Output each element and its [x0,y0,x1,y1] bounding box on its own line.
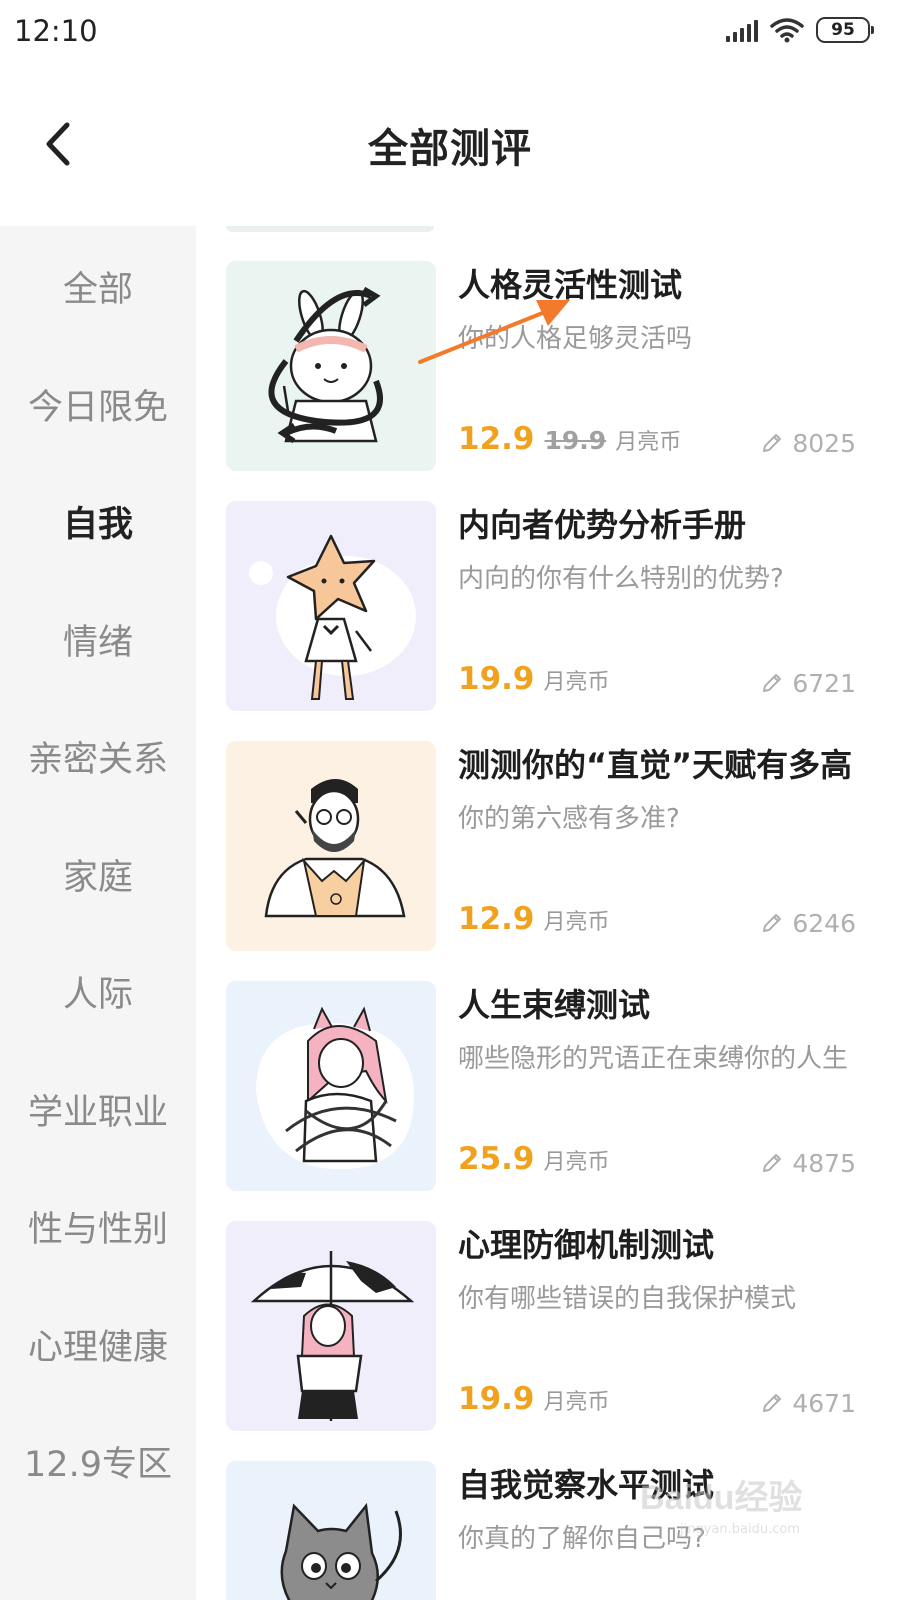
price-unit: 月亮币 [543,1150,610,1175]
price-row: 25.9 月亮币 [458,1141,610,1185]
category-sidebar: 全部 今日限免 自我 情绪 亲密关系 家庭 人际 学业职业 性与性别 心理健康 … [0,226,196,1600]
card-title: 测测你的“直觉”天赋有多高 [458,746,853,784]
price: 12.9 [458,901,535,937]
card-subtitle: 你有哪些错误的自我保护模式 [458,1284,797,1314]
sidebar-item-gender[interactable]: 性与性别 [0,1186,196,1266]
cat-illustration-icon [226,1461,436,1600]
wifi-icon [770,18,804,43]
test-card[interactable]: 内向者优势分析手册 内向的你有什么特别的优势? 19.9 月亮币 6721 [226,501,876,713]
rabbit-illustration-icon [226,261,436,471]
card-subtitle: 内向的你有什么特别的优势? [458,564,784,594]
count-value: 4671 [792,1388,856,1418]
pencil-icon [763,1154,782,1172]
status-bar: 12:10 95 [0,0,900,64]
participant-count: 6246 [760,903,856,943]
status-icons: 95 [726,14,874,46]
price: 19.9 [458,1381,535,1417]
price: 12.9 [458,421,535,457]
sidebar-item-social[interactable]: 人际 [0,951,196,1031]
card-subtitle: 你的人格足够灵活吗 [458,324,693,354]
participant-count: 4671 [760,1383,856,1423]
card-title: 自我觉察水平测试 [458,1466,715,1504]
card-thumbnail [226,741,436,951]
price-unit: 月亮币 [543,910,610,935]
sidebar-item-free-today[interactable]: 今日限免 [0,364,196,444]
battery-icon: 95 [816,17,874,43]
price-unit: 月亮币 [543,1390,610,1415]
participant-count: 8025 [760,423,856,463]
card-thumbnail [226,1221,436,1431]
price-row: 12.9 月亮币 [458,901,610,945]
previous-card-edge [226,226,434,232]
sidebar-item-emotion[interactable]: 情绪 [0,599,196,679]
bearded-man-illustration-icon [226,741,436,951]
sidebar-item-all[interactable]: 全部 [0,246,196,326]
test-list[interactable]: 人格灵活性测试 你的人格足够灵活吗 12.9 19.9 月亮币 8025 内向者… [196,226,900,1600]
sidebar-item-mental-health[interactable]: 心理健康 [0,1304,196,1384]
page-title: 全部测评 [368,126,532,172]
test-card[interactable]: 自我觉察水平测试 你真的了解你自己吗? [226,1461,876,1600]
status-time: 12:10 [14,14,98,48]
bound-cat-girl-illustration-icon [226,981,436,1191]
sidebar-item-self[interactable]: 自我 [0,481,196,561]
card-thumbnail [226,981,436,1191]
star-girl-illustration-icon [226,501,436,711]
count-value: 4875 [792,1148,856,1178]
card-title: 人生束缚测试 [458,986,651,1024]
original-price: 19.9 [544,426,607,455]
pencil-icon [763,674,782,692]
participant-count: 4875 [760,1143,856,1183]
pencil-icon [763,434,782,452]
price-row: 12.9 19.9 月亮币 [458,421,681,465]
card-thumbnail [226,261,436,471]
count-value: 6721 [792,668,856,698]
count-value: 8025 [792,428,856,458]
price: 25.9 [458,1141,535,1177]
sidebar-item-family[interactable]: 家庭 [0,834,196,914]
card-subtitle: 哪些隐形的咒语正在束缚你的人生 [458,1044,849,1074]
price: 19.9 [458,661,535,697]
card-thumbnail [226,1461,436,1600]
test-card[interactable]: 测测你的“直觉”天赋有多高 你的第六感有多准? 12.9 月亮币 6246 [226,741,876,953]
card-thumbnail [226,501,436,711]
test-card[interactable]: 人格灵活性测试 你的人格足够灵活吗 12.9 19.9 月亮币 8025 [226,261,876,473]
price-row: 19.9 月亮币 [458,661,610,705]
price-unit: 月亮币 [615,430,682,455]
test-card[interactable]: 心理防御机制测试 你有哪些错误的自我保护模式 19.9 月亮币 4671 [226,1221,876,1433]
test-card[interactable]: 人生束缚测试 哪些隐形的咒语正在束缚你的人生 25.9 月亮币 4875 [226,981,876,1193]
price-row: 19.9 月亮币 [458,1381,610,1425]
sidebar-item-intimacy[interactable]: 亲密关系 [0,716,196,796]
pencil-icon [763,1394,782,1412]
header-bar: 全部测评 [0,64,900,224]
price-unit: 月亮币 [543,670,610,695]
umbrella-girl-illustration-icon [226,1221,436,1431]
signal-icon [726,18,758,42]
card-subtitle: 你真的了解你自己吗? [458,1524,706,1554]
sidebar-item-career[interactable]: 学业职业 [0,1069,196,1149]
card-title: 人格灵活性测试 [458,266,683,304]
sidebar-item-12-9-zone[interactable]: 12.9专区 [0,1421,196,1501]
count-value: 6246 [792,908,856,938]
participant-count: 6721 [760,663,856,703]
card-subtitle: 你的第六感有多准? [458,804,680,834]
card-title: 内向者优势分析手册 [458,506,747,544]
pencil-icon [763,914,782,932]
card-title: 心理防御机制测试 [458,1226,715,1264]
